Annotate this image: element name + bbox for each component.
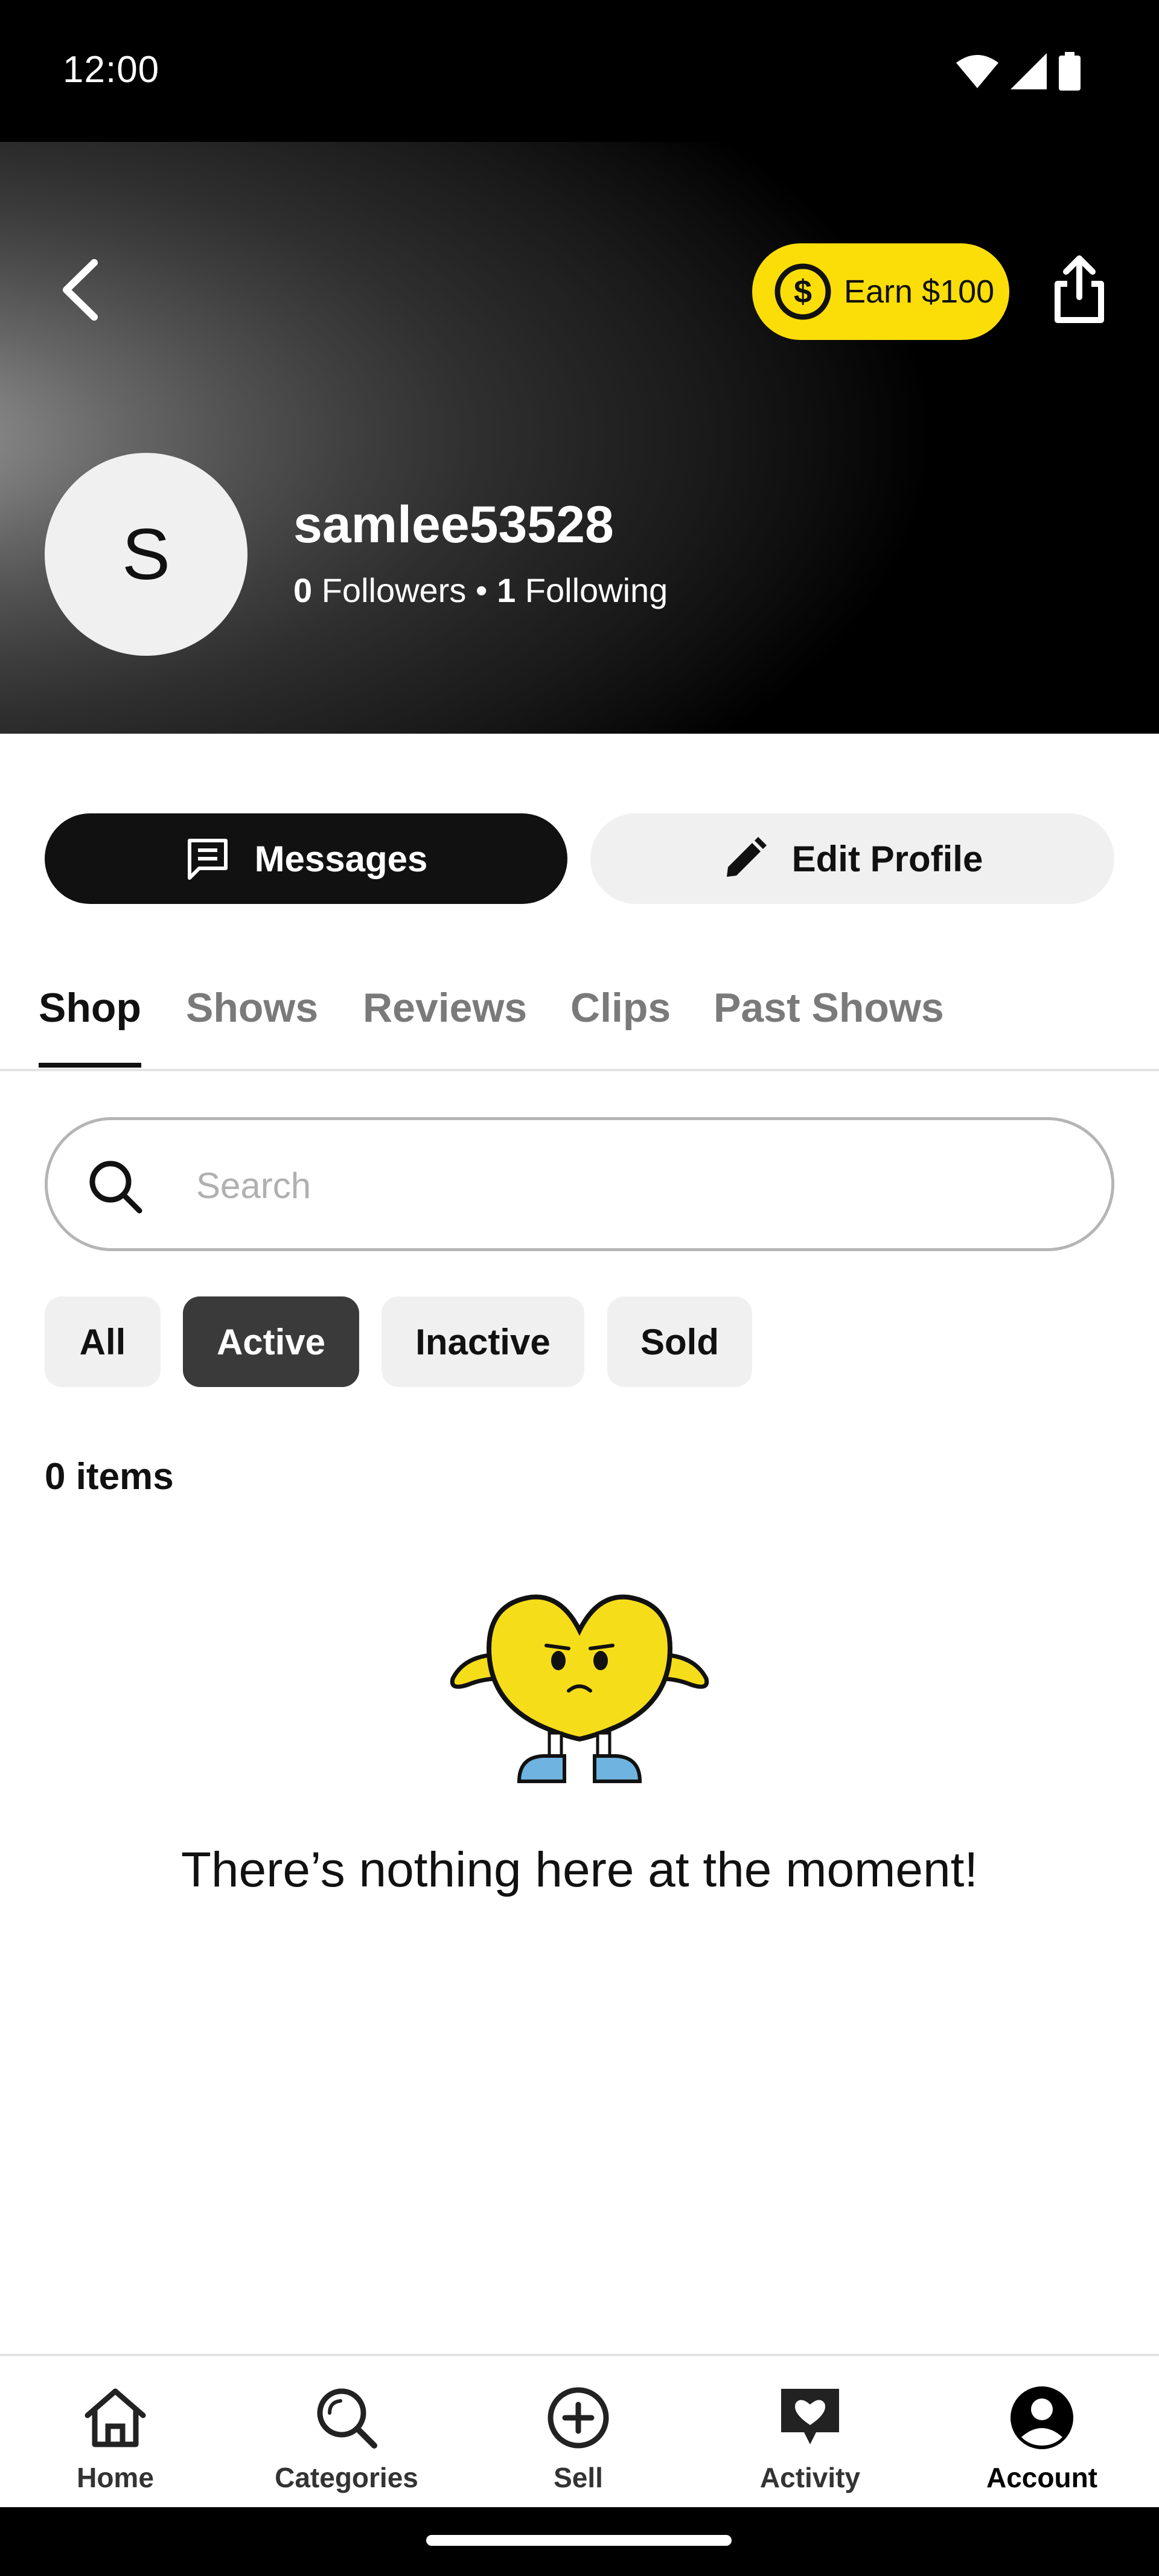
avatar[interactable]: S — [45, 453, 247, 656]
nav-sell[interactable]: Sell — [488, 2382, 669, 2494]
share-icon — [1055, 255, 1104, 323]
tab-clips[interactable]: Clips — [570, 984, 671, 1031]
mascot-illustration — [450, 1594, 709, 1783]
following-label[interactable]: Following — [516, 571, 668, 610]
followers-label[interactable]: Followers • — [312, 571, 497, 610]
categories-search-icon — [317, 2388, 377, 2449]
profile-header: $ Earn $100 S samlee53528 0 Followers • … — [0, 142, 1159, 734]
pencil-icon — [726, 837, 767, 877]
filter-sold[interactable]: Sold — [607, 1296, 752, 1387]
tab-shows[interactable]: Shows — [186, 984, 318, 1031]
tab-reviews[interactable]: Reviews — [363, 984, 527, 1031]
active-tab-indicator — [39, 1063, 141, 1068]
tab-past-shows[interactable]: Past Shows — [714, 984, 944, 1031]
username: samlee53528 — [293, 496, 614, 554]
empty-state-text: There’s nothing here at the moment! — [180, 1842, 979, 1897]
filter-active[interactable]: Active — [183, 1296, 359, 1387]
search-input[interactable] — [196, 1149, 1041, 1222]
earn-button[interactable]: $ Earn $100 — [752, 243, 1009, 340]
items-count: 0 items — [45, 1456, 174, 1498]
nav-account-label: Account — [986, 2462, 1097, 2493]
avatar-initial: S — [121, 514, 171, 595]
filter-all[interactable]: All — [45, 1296, 161, 1387]
following-count[interactable]: 1 — [497, 571, 516, 610]
edit-profile-label: Edit Profile — [791, 838, 983, 879]
profile-tabs: Shop Shows Reviews Clips Past Shows — [0, 960, 1159, 1071]
message-icon — [187, 839, 228, 880]
status-bar: 12:00 — [0, 0, 1159, 142]
bottom-navigation: Home Categories Sell Activity Account — [0, 2354, 1159, 2507]
follow-stats: 0 Followers • 1 Following — [293, 571, 668, 610]
messages-label: Messages — [254, 838, 428, 879]
nav-activity-label: Activity — [759, 2462, 861, 2493]
chevron-left-icon — [63, 259, 98, 321]
nav-account[interactable]: Account — [951, 2382, 1132, 2494]
gesture-handle[interactable] — [426, 2535, 732, 2546]
nav-categories[interactable]: Categories — [256, 2382, 437, 2494]
nav-activity[interactable]: Activity — [720, 2382, 901, 2494]
heart-chat-icon — [781, 2389, 839, 2444]
filter-inactive[interactable]: Inactive — [382, 1296, 584, 1387]
search-bar[interactable] — [45, 1117, 1114, 1251]
earn-label: Earn $100 — [844, 274, 995, 310]
nav-sell-label: Sell — [554, 2462, 603, 2493]
share-button[interactable] — [1049, 254, 1110, 326]
dollar-coin-icon: $ — [774, 263, 831, 320]
wifi-icon — [956, 55, 998, 88]
account-icon — [1011, 2386, 1073, 2449]
back-button[interactable] — [54, 257, 109, 323]
plus-circle-icon — [548, 2387, 609, 2449]
signal-icon — [1011, 53, 1047, 89]
search-icon — [89, 1161, 142, 1214]
edit-profile-button[interactable]: Edit Profile — [590, 813, 1114, 904]
tab-shop[interactable]: Shop — [39, 984, 141, 1031]
followers-count[interactable]: 0 — [293, 571, 312, 610]
nav-home-label: Home — [77, 2462, 154, 2493]
home-icon — [85, 2388, 146, 2447]
status-icons — [956, 52, 1081, 91]
nav-categories-label: Categories — [275, 2462, 418, 2493]
nav-home[interactable]: Home — [25, 2382, 206, 2494]
messages-button[interactable]: Messages — [45, 813, 567, 904]
status-time: 12:00 — [63, 49, 160, 91]
gesture-bar — [0, 2507, 1159, 2576]
svg-text:$: $ — [794, 274, 812, 310]
battery-icon — [1059, 52, 1081, 91]
